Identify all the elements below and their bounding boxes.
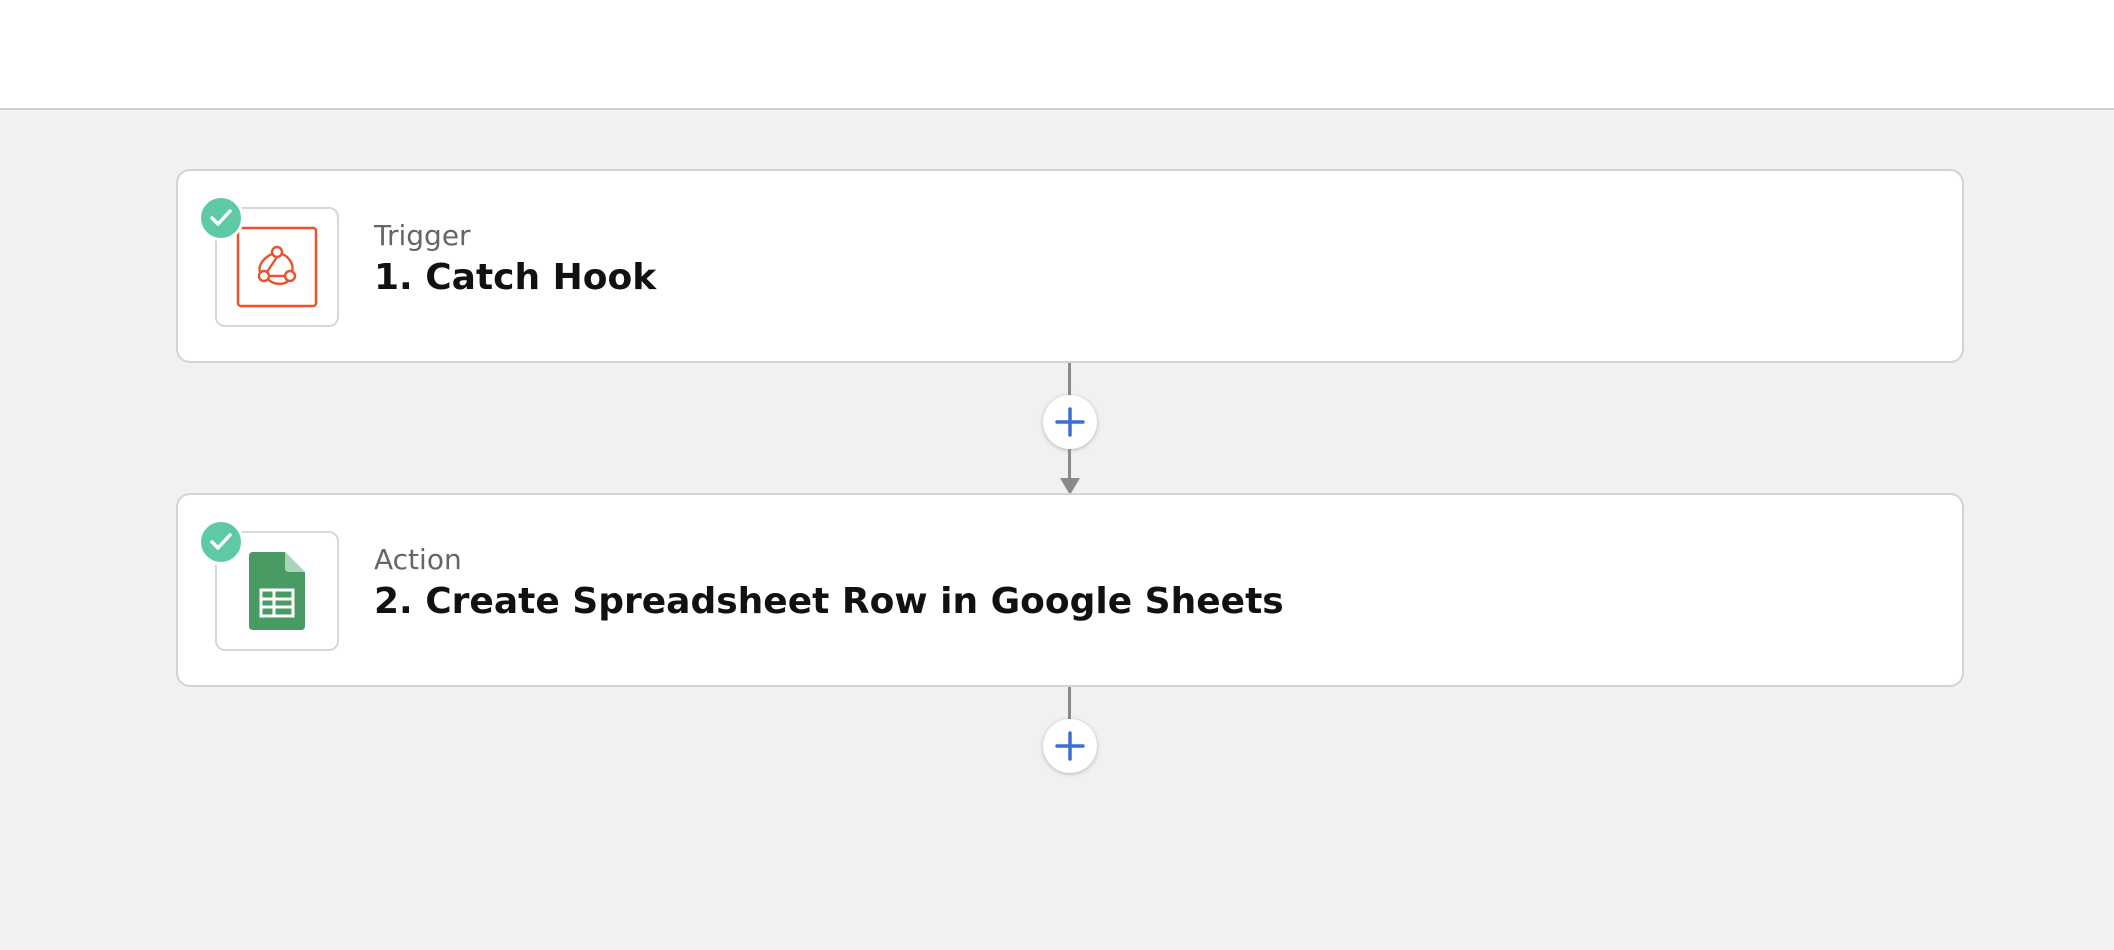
step-type-label: Action [374, 543, 462, 576]
add-step-button[interactable] [1043, 395, 1097, 449]
step-card-trigger[interactable]: Trigger 1. Catch Hook [176, 169, 1964, 363]
step-title: 2. Create Spreadsheet Row in Google Shee… [374, 581, 1284, 622]
connector-line [1068, 687, 1071, 719]
step-title: 1. Catch Hook [374, 257, 657, 298]
connector-line [1068, 449, 1071, 481]
webhook-icon [236, 226, 318, 308]
plus-icon [1055, 407, 1085, 437]
google-sheets-icon [249, 552, 305, 630]
check-icon [198, 519, 244, 565]
plus-icon [1055, 731, 1085, 761]
top-bar [0, 0, 2114, 110]
step-type-label: Trigger [374, 219, 471, 252]
step-card-action[interactable]: Action 2. Create Spreadsheet Row in Goog… [176, 493, 1964, 687]
check-icon [198, 195, 244, 241]
add-step-button[interactable] [1043, 719, 1097, 773]
